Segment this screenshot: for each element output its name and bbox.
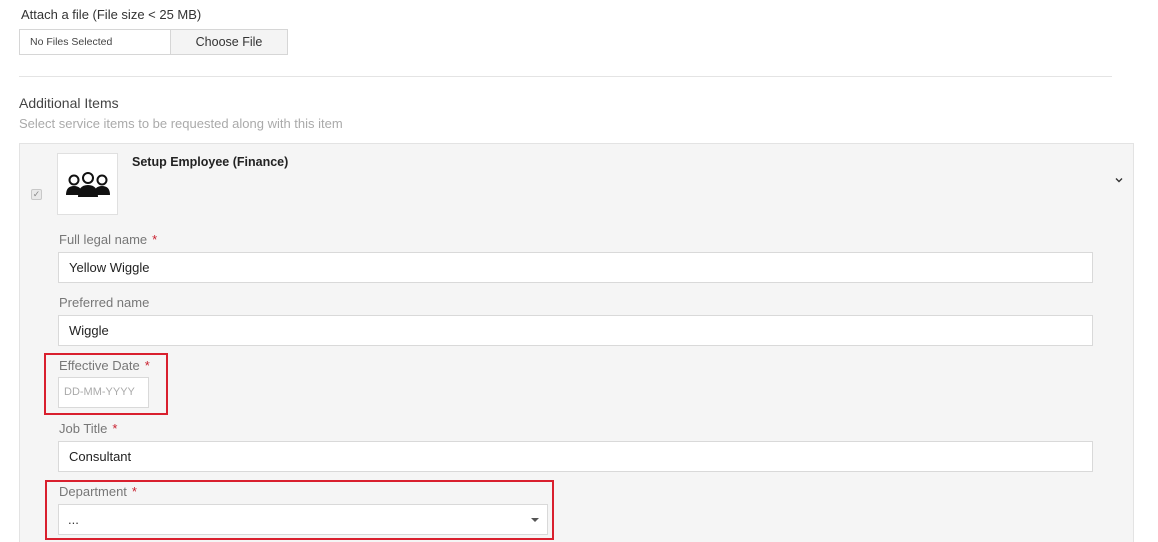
choose-file-button[interactable]: Choose File <box>171 30 287 54</box>
required-marker: * <box>112 421 118 436</box>
full-legal-name-label: Full legal name * <box>59 232 157 247</box>
item-title: Setup Employee (Finance) <box>132 155 289 169</box>
item-thumbnail <box>57 153 118 215</box>
job-title-label: Job Title * <box>59 421 117 436</box>
effective-date-highlight <box>44 353 168 415</box>
job-title-label-text: Job Title <box>59 421 108 436</box>
full-legal-name-label-text: Full legal name <box>59 232 148 247</box>
department-highlight <box>45 480 554 540</box>
job-title-input[interactable]: Consultant <box>58 441 1093 472</box>
file-upload-control[interactable]: No Files Selected Choose File <box>19 29 288 55</box>
people-group-icon <box>65 172 110 197</box>
preferred-name-label: Preferred name <box>59 295 150 310</box>
preferred-name-input[interactable]: Wiggle <box>58 315 1093 346</box>
required-marker: * <box>152 232 158 247</box>
additional-items-title: Additional Items <box>19 95 119 111</box>
section-divider <box>19 76 1112 77</box>
chevron-down-icon[interactable] <box>1113 174 1125 186</box>
file-status-text: No Files Selected <box>20 30 171 54</box>
full-legal-name-input[interactable]: Yellow Wiggle <box>58 252 1093 283</box>
item-checkbox[interactable]: ✓ <box>31 189 42 200</box>
attach-file-label: Attach a file (File size < 25 MB) <box>21 7 202 22</box>
additional-items-subtitle: Select service items to be requested alo… <box>19 116 343 131</box>
